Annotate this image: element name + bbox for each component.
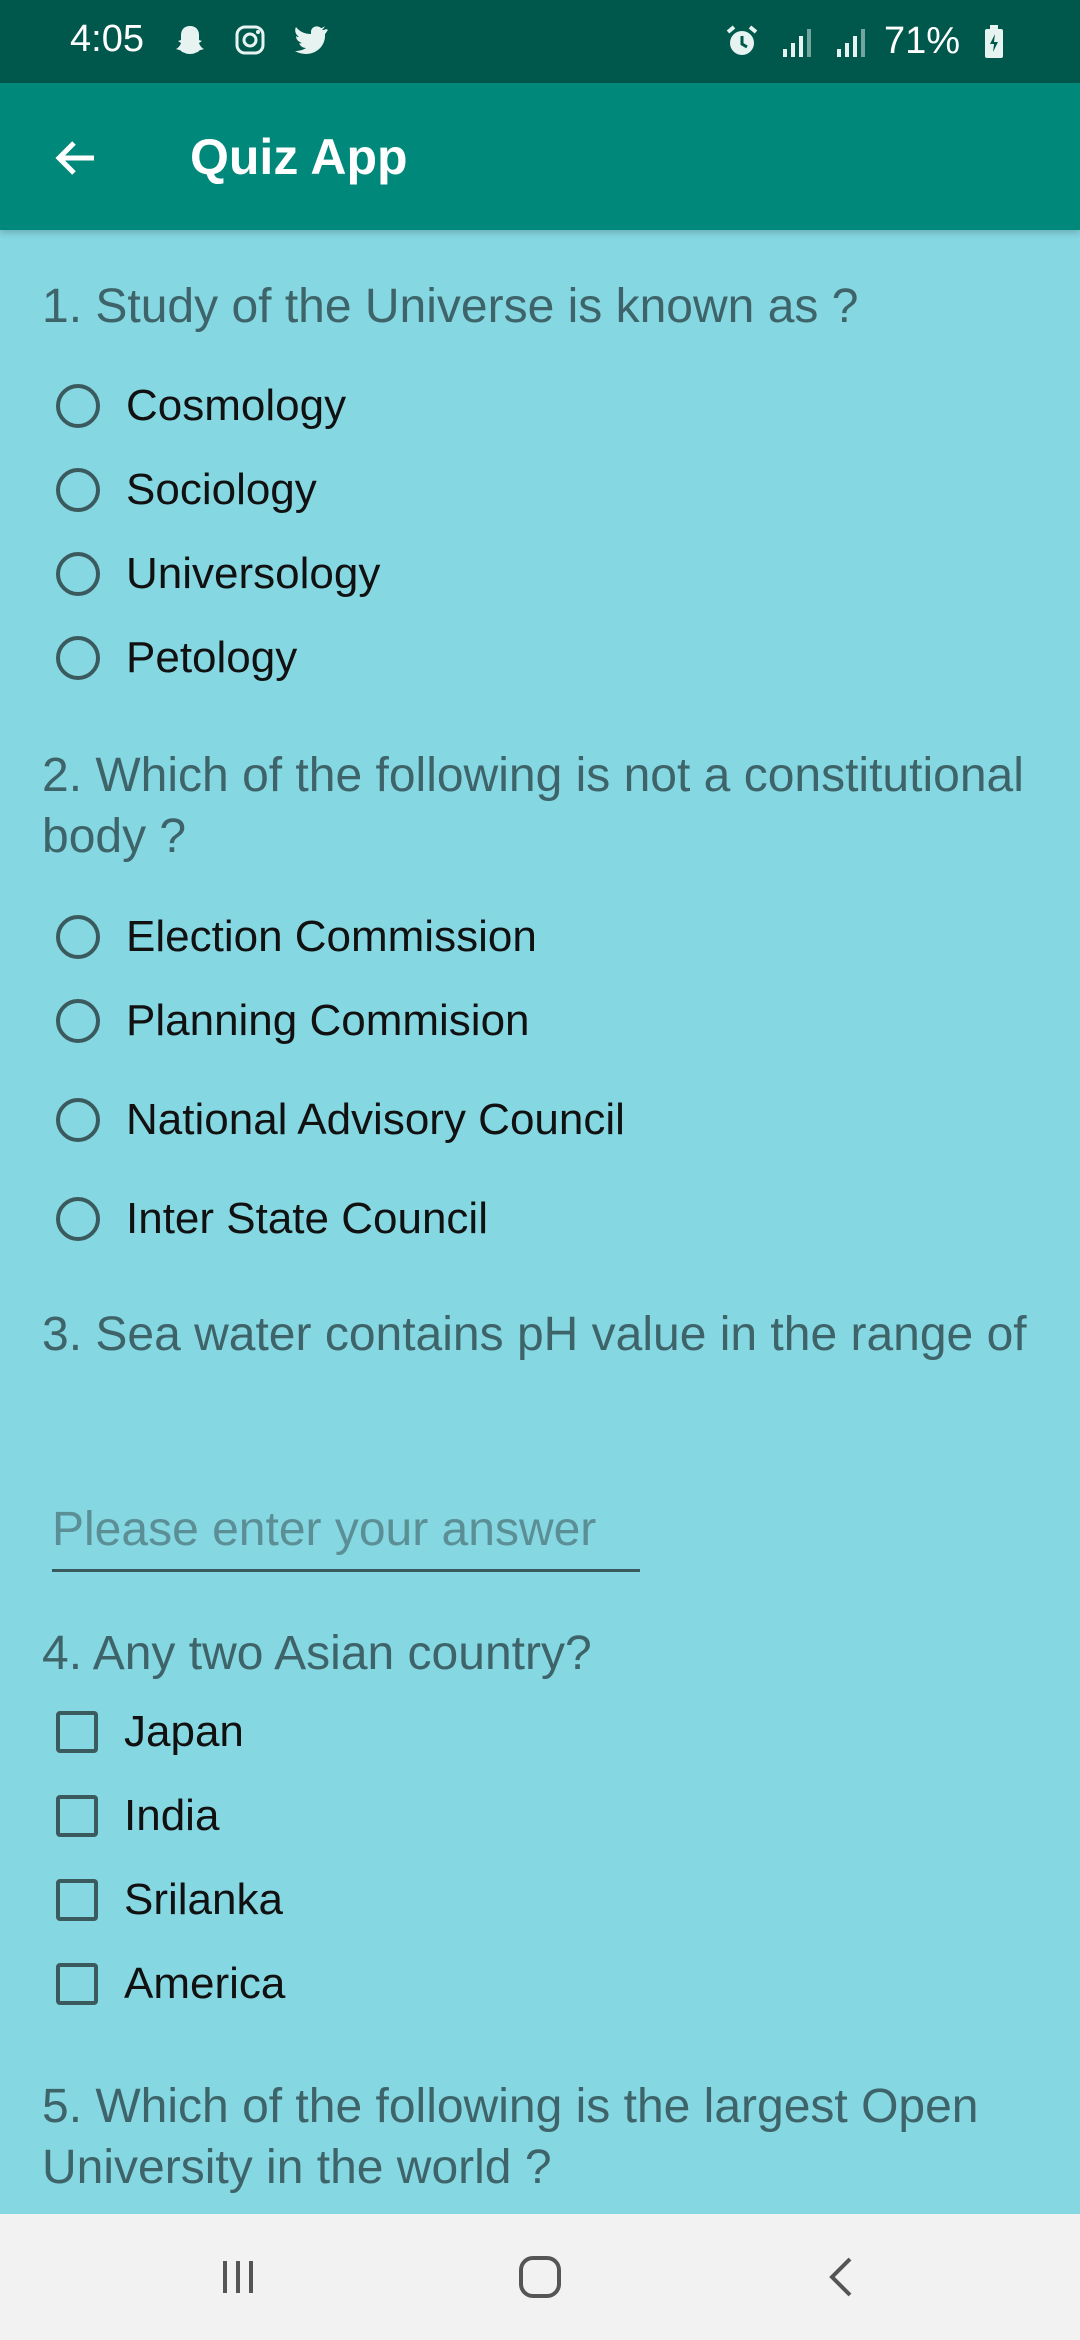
home-icon	[519, 2256, 561, 2298]
question-text: 3. Sea water contains pH value in the ra…	[42, 1308, 1027, 1361]
checkbox[interactable]	[56, 1711, 98, 1753]
quiz-content[interactable]: 1. Study of the Universe is known as ? C…	[0, 230, 1080, 2214]
radio-button[interactable]	[56, 915, 100, 959]
system-status-icons: 71%	[722, 20, 1014, 63]
radio-option[interactable]: Sociology	[56, 455, 317, 525]
option-label: Universology	[126, 549, 381, 598]
radio-button[interactable]	[56, 999, 100, 1043]
signal-icon	[776, 22, 816, 62]
navigation-bar	[0, 2214, 1080, 2340]
option-label: Petology	[126, 633, 298, 682]
option-label: Cosmology	[126, 381, 347, 430]
signal-icon	[830, 22, 870, 62]
radio-button[interactable]	[56, 384, 100, 428]
radio-option[interactable]: Cosmology	[56, 371, 346, 441]
home-button[interactable]	[500, 2247, 580, 2307]
question-text: 5. Which of the following is the largest…	[42, 2080, 979, 2194]
radio-option[interactable]: Inter State Council	[56, 1184, 488, 1254]
radio-button[interactable]	[56, 1098, 100, 1142]
option-label: Japan	[124, 1707, 244, 1756]
checkbox[interactable]	[56, 1795, 98, 1837]
battery-percent: 71%	[883, 20, 960, 62]
app-title: Quiz App	[190, 129, 408, 185]
checkbox[interactable]	[56, 1879, 98, 1921]
option-label: Planning Commision	[126, 996, 530, 1045]
radio-button[interactable]	[56, 636, 100, 680]
back-icon	[829, 2257, 852, 2297]
radio-option[interactable]: Universology	[56, 539, 380, 609]
radio-option[interactable]: Election Commission	[56, 902, 537, 972]
option-label: Inter State Council	[126, 1194, 488, 1243]
status-bar: 4:05 71%	[0, 0, 1080, 83]
radio-option[interactable]: National Advisory Council	[56, 1085, 625, 1155]
option-label: Srilanka	[124, 1875, 283, 1924]
checkbox-option[interactable]: India	[56, 1781, 219, 1851]
radio-button[interactable]	[56, 552, 100, 596]
back-button[interactable]	[40, 123, 110, 193]
option-label: America	[124, 1959, 286, 2008]
recent-apps-icon	[223, 2261, 253, 2293]
checkbox-option[interactable]: Japan	[56, 1697, 244, 1767]
question-text: 2. Which of the following is not a const…	[42, 749, 1024, 863]
option-label: Sociology	[126, 465, 317, 514]
radio-button[interactable]	[56, 1197, 100, 1241]
arrow-left-icon	[55, 141, 94, 175]
radio-option[interactable]: Planning Commision	[56, 986, 530, 1056]
question-text: 4. Any two Asian country?	[42, 1627, 592, 1680]
answer-input[interactable]	[52, 1489, 640, 1572]
option-label: India	[124, 1791, 220, 1840]
radio-button[interactable]	[56, 468, 100, 512]
option-label: National Advisory Council	[126, 1095, 625, 1144]
app-bar: Quiz App	[0, 83, 1080, 230]
checkbox-option[interactable]: America	[56, 1949, 285, 2019]
checkbox-option[interactable]: Srilanka	[56, 1865, 283, 1935]
twitter-icon	[290, 20, 330, 60]
question-text: 1. Study of the Universe is known as ?	[42, 280, 859, 333]
snapchat-icon	[170, 20, 210, 60]
instagram-icon	[230, 20, 270, 60]
system-back-button[interactable]	[802, 2247, 882, 2307]
alarm-icon	[722, 22, 762, 62]
option-label: Election Commission	[126, 912, 537, 961]
status-time: 4:05	[70, 18, 144, 60]
radio-option[interactable]: Petology	[56, 623, 297, 693]
battery-icon	[974, 22, 1014, 62]
recent-apps-button[interactable]	[198, 2247, 278, 2307]
notification-icons	[170, 20, 330, 60]
checkbox[interactable]	[56, 1963, 98, 2005]
